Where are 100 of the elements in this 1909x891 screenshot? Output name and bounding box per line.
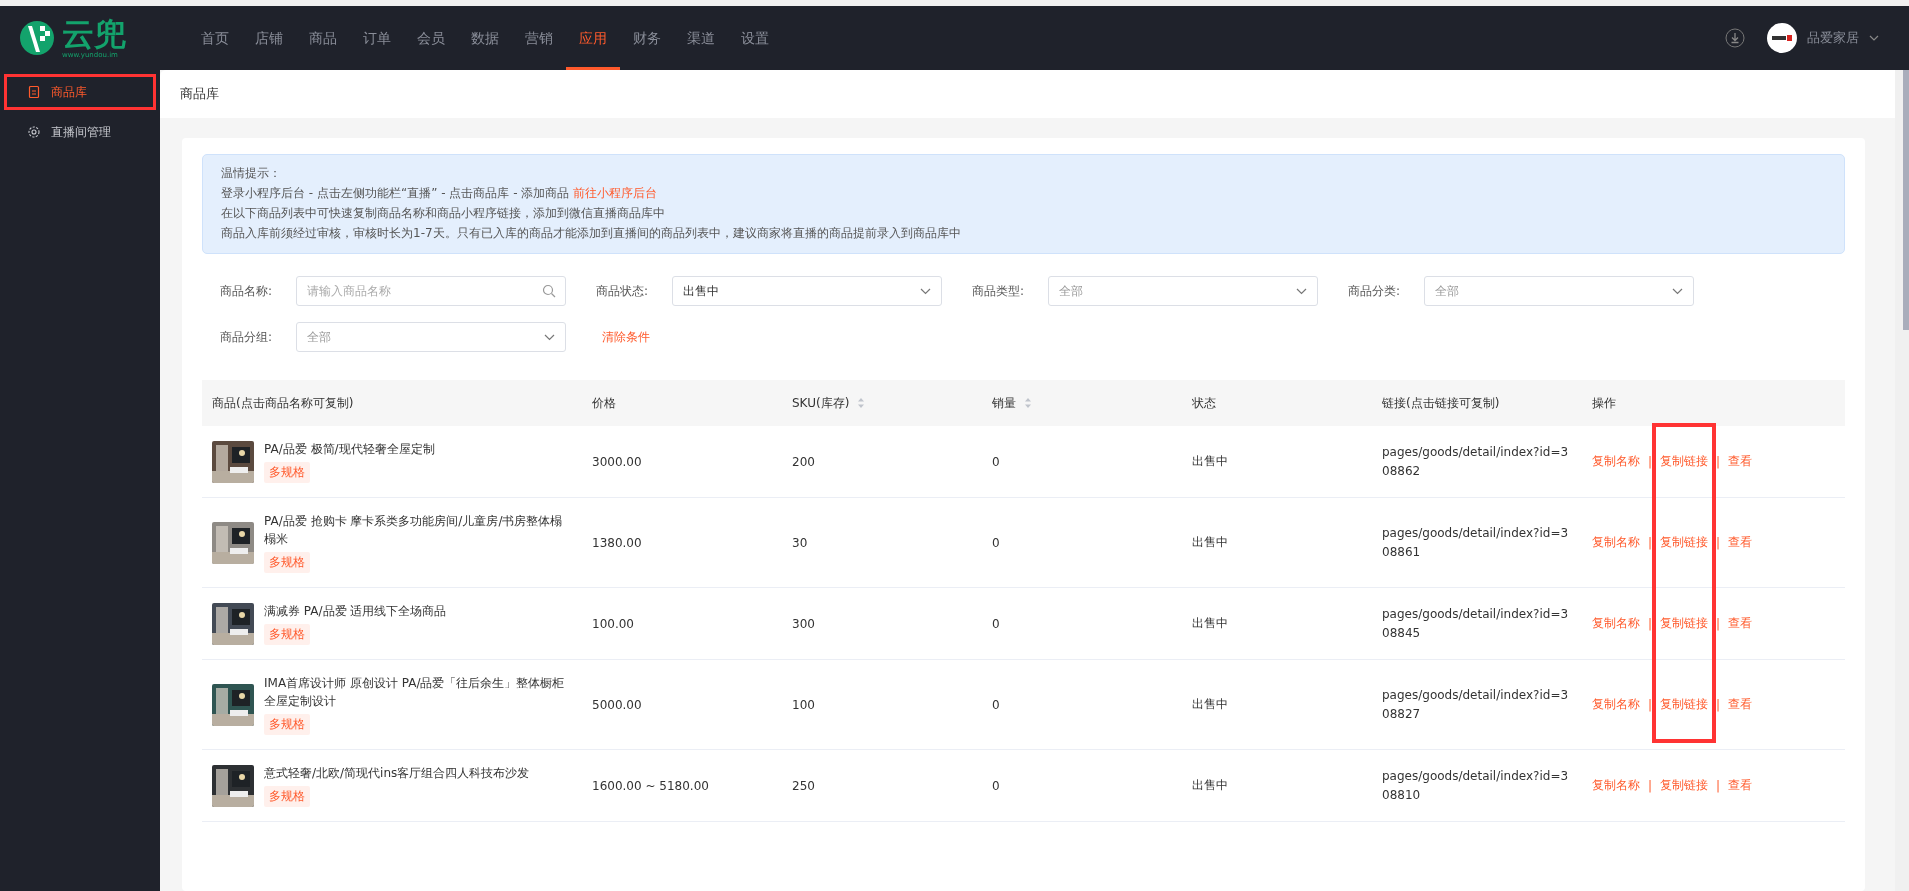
filter-label: 商品分类: [1348,282,1402,300]
select-field[interactable]: 全部 [296,322,566,352]
action-link[interactable]: 查看 [1728,453,1753,470]
table-cell: 0 [982,659,1182,750]
sidebar-item[interactable]: 商品库 [4,74,156,110]
link-text[interactable]: pages/goods/detail/index?id=308810 [1372,749,1582,822]
notice-text: 在以下商品列表中可快速复制商品名称和商品小程序链接，添加到微信直播商品库中 [221,205,666,222]
table-cell: 30 [782,497,982,588]
separator: | [1648,778,1653,793]
filter-label: 商品分组: [220,328,274,346]
action-link[interactable]: 复制名称 [1592,615,1640,632]
table-cell: 100 [782,659,982,750]
action-link[interactable]: 复制名称 [1592,777,1640,794]
nav-tab[interactable]: 设置 [728,6,782,70]
select-field[interactable]: 全部 [1048,276,1318,306]
tag: 多规格 [264,552,310,573]
scrollbar-thumb[interactable] [1903,70,1909,330]
chevron-down-icon [1296,287,1307,295]
status-text: 出售中 [1182,587,1372,660]
notice-link[interactable]: 前往小程序后台 [573,186,658,200]
separator: | [1648,454,1653,469]
sort-icon [1024,397,1032,409]
separator: | [1716,697,1721,712]
action-link[interactable]: 复制链接 [1660,777,1709,794]
table-cell: 0 [982,426,1182,498]
nav-tab[interactable]: 店铺 [242,6,296,70]
action-link[interactable]: 复制链接 [1660,615,1709,632]
search-icon [542,284,556,298]
table-cell: 300 [782,587,982,660]
link-text[interactable]: pages/goods/detail/index?id=308845 [1372,587,1582,660]
scrollbar[interactable] [1895,70,1909,891]
column-header: 销量 [982,380,1182,426]
separator: | [1716,535,1721,550]
table-cell: 0 [982,497,1182,588]
chevron-down-icon [1869,35,1879,41]
nav-tab[interactable]: 数据 [458,6,512,70]
action-link[interactable]: 查看 [1728,696,1753,713]
select-field[interactable]: 出售中 [672,276,942,306]
status-text: 出售中 [1182,659,1372,750]
status-text: 出售中 [1182,497,1372,588]
gear-icon [27,125,41,139]
nav-tab[interactable]: 商品 [296,6,350,70]
product-name[interactable]: PA/品爱 抢购卡 摩卡系类多功能房间/儿童房/书房整体榻榻米 [264,512,572,548]
link-text[interactable]: pages/goods/detail/index?id=308827 [1372,659,1582,750]
filter-label: 商品名称: [220,282,274,300]
table-cell: 100.00 [582,587,782,660]
tag: 多规格 [264,714,310,735]
product-name[interactable]: 意式轻奢/北欧/简现代ins客厅组合四人科技布沙发 [264,764,530,782]
filter-label: 商品类型: [972,282,1026,300]
separator: | [1716,616,1721,631]
nav-tab[interactable]: 会员 [404,6,458,70]
notice-title: 温情提示： [221,165,282,182]
action-link[interactable]: 复制链接 [1660,534,1709,551]
chevron-down-icon [544,333,555,341]
clear-filters-link[interactable]: 清除条件 [602,328,650,346]
column-header: 价格 [582,380,782,426]
nav-tab[interactable]: 营销 [512,6,566,70]
select-field[interactable]: 全部 [1424,276,1694,306]
nav-tab[interactable]: 渠道 [674,6,728,70]
notice-text: 商品入库前须经过审核，审核时长为1-7天。只有已入库的商品才能添加到直播间的商品列表中，建议商家将直播的商品提前录入到商品库中 [221,225,962,242]
notice-text: 登录小程序后台 - 点击左侧功能栏“直播” - 点击商品库 - 添加商品 前往小程序后台 [221,185,659,202]
sidebar-item[interactable]: 直播间管理 [4,114,156,150]
action-link[interactable]: 复制名称 [1592,453,1640,470]
clipboard-icon [27,85,41,99]
separator: | [1716,778,1721,793]
table-cell: 0 [982,587,1182,660]
separator: | [1716,454,1721,469]
table-cell: 1600.00 ~ 5180.00 [582,749,782,822]
tag: 多规格 [264,462,310,483]
action-link[interactable]: 复制名称 [1592,534,1640,551]
action-link[interactable]: 查看 [1728,534,1753,551]
table-cell: 1380.00 [582,497,782,588]
action-link[interactable]: 复制链接 [1660,453,1709,470]
table-cell: 3000.00 [582,426,782,498]
column-header: 状态 [1182,380,1372,426]
nav-tab[interactable]: 首页 [188,6,242,70]
nav-tab[interactable]: 财务 [620,6,674,70]
search-field[interactable]: 请输入商品名称 [296,276,566,306]
product-name[interactable]: 满减券 PA/品爱 适用线下全场商品 [264,602,447,620]
product-name[interactable]: PA/品爱 极简/现代轻奢全屋定制 [264,440,435,458]
separator: | [1648,535,1653,550]
column-header: 商品(点击商品名称可复制) [202,380,582,426]
table-cell: 200 [782,426,982,498]
action-link[interactable]: 查看 [1728,615,1753,632]
action-link[interactable]: 复制链接 [1660,696,1709,713]
column-header: 链接(点击链接可复制) [1372,380,1582,426]
account-name[interactable]: 品爱家居 [1807,29,1859,47]
nav-tab[interactable]: 订单 [350,6,404,70]
avatar-icon [1767,23,1797,53]
table-cell: 5000.00 [582,659,782,750]
product-name[interactable]: IMA首席设计师 原创设计 PA/品爱「往后余生」整体橱柜全屋定制设计 [264,674,572,710]
action-link[interactable]: 复制名称 [1592,696,1640,713]
table-cell: 250 [782,749,982,822]
column-header: 操作 [1582,380,1845,426]
tag: 多规格 [264,624,310,645]
link-text[interactable]: pages/goods/detail/index?id=308862 [1372,426,1582,498]
column-header: SKU(库存) [782,380,982,426]
link-text[interactable]: pages/goods/detail/index?id=308861 [1372,497,1582,588]
action-link[interactable]: 查看 [1728,777,1753,794]
chevron-down-icon [920,287,931,295]
